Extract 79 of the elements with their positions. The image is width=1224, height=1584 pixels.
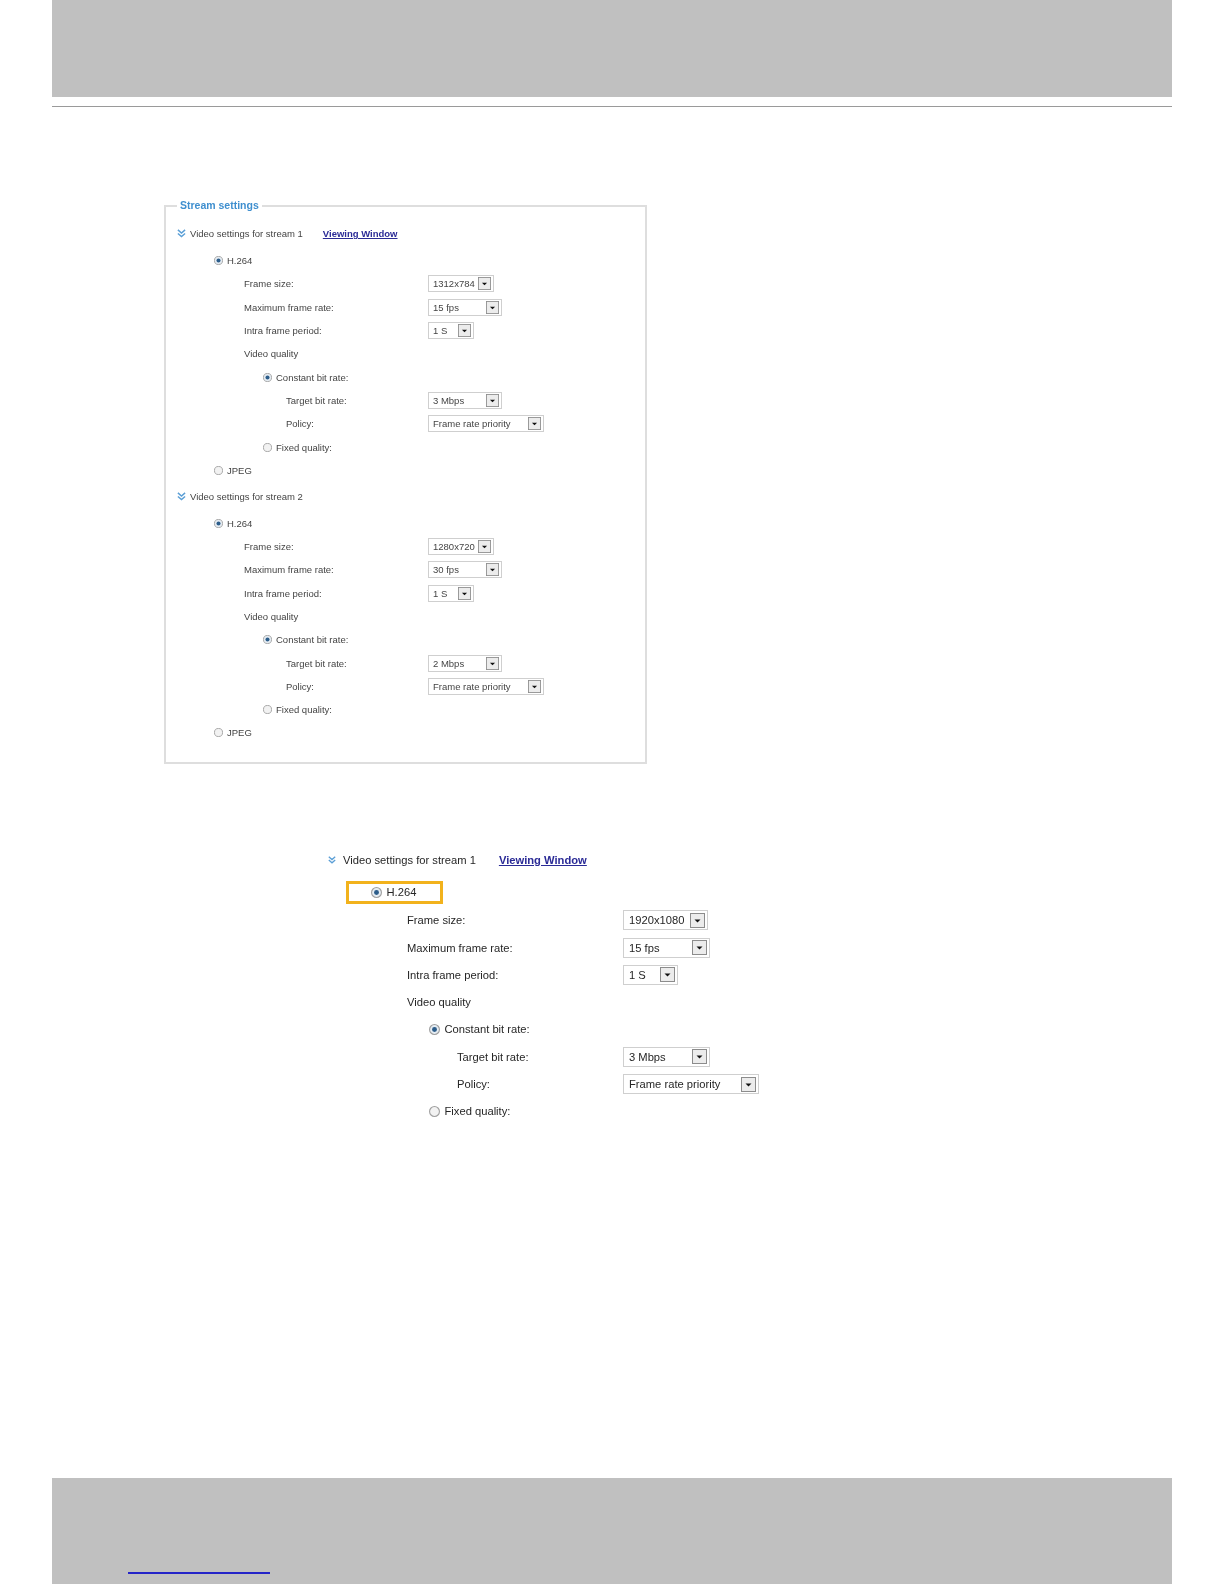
- section-label: Video quality: [244, 348, 300, 360]
- caret-icon: [528, 417, 541, 431]
- dropdown[interactable]: 3 Mbps: [623, 1046, 710, 1067]
- radio-icon[interactable]: [213, 465, 223, 475]
- field-label: Maximum frame rate:: [244, 564, 335, 576]
- dropdown[interactable]: 1280x720: [428, 538, 494, 556]
- dropdown[interactable]: 2 Mbps: [428, 654, 502, 672]
- caret-icon: [660, 967, 675, 983]
- dropdown[interactable]: 1 S: [623, 964, 678, 985]
- radio-icon[interactable]: [213, 728, 223, 738]
- dropdown[interactable]: Frame rate priority: [428, 415, 544, 433]
- caret-icon: [486, 656, 499, 670]
- radio-option[interactable]: Constant bit rate:: [428, 1023, 530, 1036]
- dropdown[interactable]: 15 fps: [428, 298, 502, 316]
- viewing-window-link[interactable]: Viewing Window: [498, 854, 587, 867]
- radio-option[interactable]: Constant bit rate:: [262, 634, 349, 646]
- dropdown[interactable]: Frame rate priority: [623, 1074, 759, 1094]
- section-label: Video quality: [244, 610, 300, 622]
- radio-icon[interactable]: [262, 705, 272, 715]
- field-label: Frame size:: [244, 541, 295, 553]
- caret-icon: [458, 586, 471, 600]
- radio-option[interactable]: H.264: [213, 517, 253, 529]
- field-label: Intra frame period:: [244, 587, 323, 599]
- dropdown[interactable]: 1312x784: [428, 275, 494, 293]
- radio-option[interactable]: H.264: [213, 255, 253, 267]
- field-label: Intra frame period:: [407, 968, 500, 981]
- caret-icon: [486, 393, 499, 407]
- radio-option[interactable]: H.264: [370, 886, 417, 899]
- field-label: Target bit rate:: [286, 394, 348, 406]
- section-title[interactable]: Video settings for stream 2: [190, 490, 303, 502]
- caret-icon: [478, 277, 491, 291]
- chevron-icon[interactable]: [328, 856, 336, 865]
- radio-option[interactable]: JPEG: [213, 727, 252, 739]
- radio-icon[interactable]: [213, 256, 223, 266]
- dropdown[interactable]: Frame rate priority: [428, 677, 544, 695]
- section-title[interactable]: Video settings for stream 1: [343, 854, 476, 867]
- field-label: Maximum frame rate:: [407, 941, 514, 954]
- caret-icon: [486, 300, 499, 314]
- section-label: Video quality: [407, 996, 472, 1009]
- dropdown[interactable]: 1920x1080: [623, 910, 708, 931]
- field-label: Maximum frame rate:: [244, 301, 335, 313]
- caret-icon: [528, 679, 541, 693]
- field-label: Intra frame period:: [244, 325, 323, 336]
- chevron-icon[interactable]: [177, 491, 186, 501]
- field-label: Policy:: [286, 680, 315, 692]
- caret-icon: [458, 324, 471, 337]
- field-label: Policy:: [286, 418, 315, 430]
- dropdown[interactable]: 30 fps: [428, 561, 502, 579]
- dropdown[interactable]: 3 Mbps: [428, 391, 502, 409]
- radio-icon[interactable]: [213, 518, 223, 528]
- radio-icon[interactable]: [262, 442, 272, 452]
- radio-option[interactable]: Fixed quality:: [428, 1105, 511, 1118]
- chevron-icon[interactable]: [177, 229, 186, 239]
- field-label: Frame size:: [244, 278, 295, 290]
- section-title[interactable]: Video settings for stream 1: [190, 228, 303, 240]
- caret-icon: [692, 940, 707, 955]
- field-label: Frame size:: [407, 914, 467, 927]
- caret-icon: [692, 1049, 707, 1065]
- radio-icon[interactable]: [428, 1105, 440, 1117]
- radio-icon[interactable]: [428, 1023, 440, 1035]
- caret-icon: [486, 563, 499, 577]
- caret-icon: [741, 1076, 756, 1092]
- radio-option[interactable]: JPEG: [213, 464, 252, 476]
- dropdown[interactable]: 15 fps: [623, 937, 710, 958]
- caret-icon: [478, 540, 491, 554]
- caret-icon: [690, 912, 705, 928]
- radio-option[interactable]: Fixed quality:: [262, 704, 332, 716]
- radio-icon[interactable]: [262, 372, 272, 382]
- radio-icon[interactable]: [370, 886, 382, 898]
- panel-legend: Stream settings: [177, 199, 262, 212]
- dropdown[interactable]: 1 S: [428, 584, 474, 602]
- radio-option[interactable]: Constant bit rate:: [262, 371, 349, 383]
- field-label: Target bit rate:: [457, 1050, 530, 1063]
- field-label: Policy:: [457, 1078, 491, 1090]
- radio-option[interactable]: Fixed quality:: [262, 441, 332, 453]
- viewing-window-link[interactable]: Viewing Window: [322, 228, 398, 240]
- radio-icon[interactable]: [262, 635, 272, 645]
- dropdown[interactable]: 1 S: [428, 322, 474, 339]
- field-label: Target bit rate:: [286, 657, 348, 669]
